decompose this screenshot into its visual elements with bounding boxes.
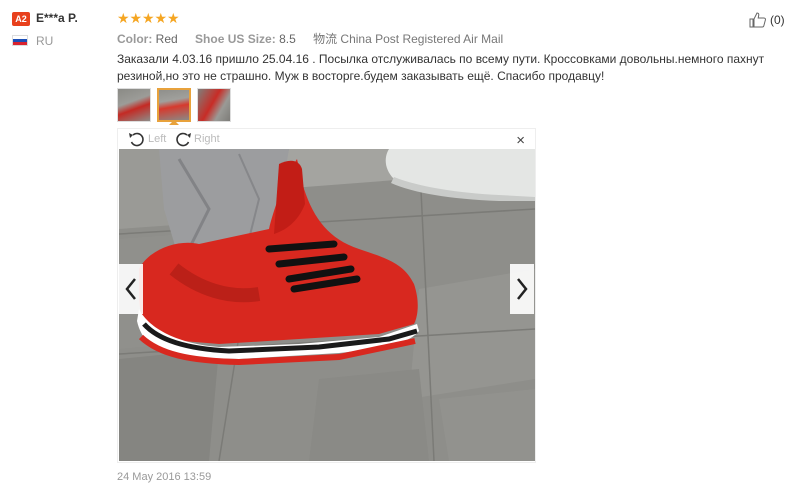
- close-viewer-button[interactable]: ×: [516, 132, 525, 149]
- rotate-left-icon: [129, 132, 144, 147]
- review-photo: [119, 149, 535, 461]
- rotate-right-label: Right: [194, 133, 220, 145]
- thumbnail-active-indicator: [169, 120, 179, 125]
- star-icon: ★: [129, 10, 143, 26]
- photo-thumbnail[interactable]: [157, 88, 191, 122]
- next-photo-button[interactable]: [510, 264, 534, 314]
- chevron-right-icon: [517, 278, 528, 300]
- photo-thumbnail[interactable]: [197, 88, 231, 122]
- rotate-right-button[interactable]: Right: [174, 131, 220, 147]
- thumbs-up-icon: [749, 12, 766, 28]
- review-date: 24 May 2016 13:59: [117, 471, 212, 483]
- attr-size-key: Shoe US Size:: [195, 32, 276, 46]
- sneaker-photo: [119, 149, 535, 461]
- photo-thumbnail[interactable]: [117, 88, 151, 122]
- reviewer-country: RU: [36, 34, 54, 48]
- photo-viewer: Left Right ×: [117, 128, 536, 463]
- rotate-right-icon: [176, 132, 191, 147]
- star-icon: ★: [142, 10, 155, 26]
- reviewer-name: E***a P.: [36, 11, 78, 25]
- star-rating: ★★★★★: [117, 10, 180, 27]
- user-level-badge: A2: [12, 12, 30, 26]
- attr-size-value: 8.5: [279, 32, 296, 46]
- star-icon: ★: [167, 10, 180, 26]
- star-icon: ★: [154, 10, 168, 26]
- review-text: Заказали 4.03.16 пришло 25.04.16 . Посыл…: [117, 52, 765, 83]
- russia-flag-icon: [12, 35, 28, 46]
- previous-photo-button[interactable]: [119, 264, 143, 314]
- star-icon: ★: [117, 10, 130, 26]
- order-attributes: Color: Red Shoe US Size: 8.5 物流 China Po…: [117, 30, 503, 47]
- helpful-button[interactable]: (0): [749, 12, 785, 28]
- rotate-left-button[interactable]: Left: [128, 131, 166, 147]
- attr-color-key: Color:: [117, 32, 153, 46]
- helpful-count: (0): [770, 13, 785, 27]
- attr-color-value: Red: [155, 32, 178, 46]
- chevron-left-icon: [125, 278, 136, 300]
- shipping-method: 物流 China Post Registered Air Mail: [313, 32, 504, 46]
- rotate-left-label: Left: [148, 133, 167, 145]
